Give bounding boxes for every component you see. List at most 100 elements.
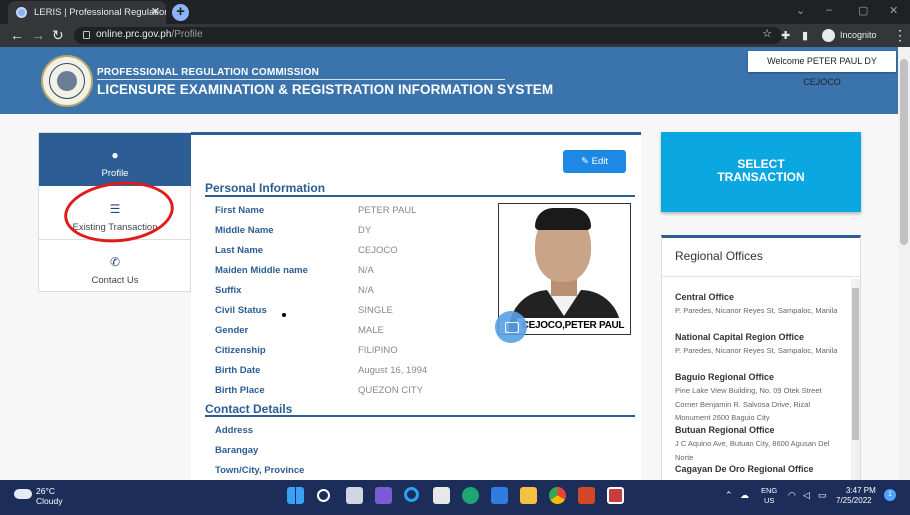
- cloud-icon[interactable]: [14, 489, 32, 499]
- field-value: DY: [358, 225, 372, 236]
- tab-search-icon[interactable]: ⌄: [796, 4, 805, 17]
- contact-details-title: Contact Details: [205, 402, 293, 416]
- search-icon[interactable]: [317, 489, 330, 502]
- personal-info-title: Personal Information: [205, 181, 326, 195]
- office-address: P. Paredes, Nicanor Reyes St, Sampaloc, …: [675, 346, 838, 355]
- extensions-icon[interactable]: ✚: [781, 28, 790, 44]
- browser-menu-icon[interactable]: ⋮: [893, 27, 907, 43]
- incognito-icon: [822, 29, 835, 42]
- browser-tab[interactable]: LERIS | Professional Regulation C ✕: [8, 1, 166, 24]
- prc-seal-logo: [41, 55, 93, 107]
- field-value: PETER PAUL: [358, 205, 417, 216]
- office-name: Butuan Regional Office: [675, 425, 775, 435]
- task-view-icon[interactable]: [346, 487, 363, 504]
- maximize-icon[interactable]: ▢: [858, 4, 868, 17]
- tray-chevron-icon[interactable]: ⌃: [725, 490, 733, 501]
- lock-icon[interactable]: [83, 31, 90, 39]
- field-label: Maiden Middle name: [215, 265, 308, 276]
- field-label: Birth Place: [215, 385, 265, 396]
- store-icon[interactable]: [433, 487, 450, 504]
- forward-icon[interactable]: →: [31, 27, 45, 43]
- office-name: Baguio Regional Office: [675, 372, 775, 382]
- edge-icon[interactable]: [462, 487, 479, 504]
- page-scrollbar[interactable]: [898, 47, 910, 480]
- browser-tab-strip: LERIS | Professional Regulation C ✕ + ⌄ …: [0, 0, 910, 24]
- side-panel-icon[interactable]: ▮: [802, 28, 808, 44]
- office-address: P. Paredes, Nicanor Reyes St, Sampaloc, …: [675, 306, 838, 315]
- regional-offices-scrollbar[interactable]: [851, 279, 860, 480]
- field-label: Suffix: [215, 285, 242, 296]
- snipping-tool-icon[interactable]: [607, 487, 624, 504]
- back-icon[interactable]: ←: [10, 27, 24, 43]
- camera-upload-icon[interactable]: [495, 311, 527, 343]
- personal-info-divider: [205, 195, 635, 197]
- incognito-indicator[interactable]: Incognito: [822, 27, 877, 44]
- field-value: MALE: [358, 325, 384, 336]
- tab-close-icon[interactable]: ✕: [151, 1, 160, 24]
- weather-desc[interactable]: Cloudy: [36, 496, 62, 506]
- field-label: Civil Status: [215, 305, 267, 316]
- minimize-icon[interactable]: –: [826, 4, 832, 16]
- field-value: FILIPINO: [358, 345, 398, 356]
- mouse-cursor-dot: [282, 313, 286, 317]
- bookmark-star-icon[interactable]: ☆: [762, 27, 772, 40]
- chat-icon[interactable]: [375, 487, 392, 504]
- url-text: online.prc.gov.ph/Profile: [96, 29, 203, 40]
- battery-icon[interactable]: ▭: [818, 490, 827, 501]
- edit-icon: ✎: [581, 156, 592, 167]
- office-address: Pine Lake View Building, No. 09 Otek Str…: [675, 386, 822, 422]
- clock-date[interactable]: 7/25/2022: [836, 496, 872, 505]
- contact-details-divider: [205, 415, 635, 417]
- field-label: Barangay: [215, 445, 259, 456]
- field-label: Address: [215, 425, 254, 436]
- weather-temp[interactable]: 26°C: [36, 486, 55, 496]
- photo-caption: CEJOCO,PETER PAUL DY: [517, 318, 629, 334]
- notification-badge[interactable]: 1: [884, 489, 896, 501]
- office-name: National Capital Region Office: [675, 332, 805, 342]
- site-favicon-icon: [16, 7, 27, 18]
- window-close-icon[interactable]: ✕: [889, 4, 898, 17]
- field-label: Last Name: [215, 245, 264, 256]
- field-label: Town/City, Province: [215, 465, 305, 476]
- field-label: Citizenship: [215, 345, 266, 356]
- nav-profile[interactable]: ● Profile: [39, 133, 191, 186]
- powerpoint-icon[interactable]: [578, 487, 595, 504]
- field-value: N/A: [358, 285, 374, 296]
- phone-icon: ✆: [109, 255, 121, 269]
- language-indicator[interactable]: ENG: [761, 486, 777, 495]
- address-bar[interactable]: online.prc.gov.ph/Profile ☆: [74, 27, 782, 44]
- windows-start-icon[interactable]: [287, 487, 304, 504]
- office-name: Central Office: [675, 292, 735, 302]
- keyboard-layout[interactable]: US: [764, 496, 774, 505]
- field-label: Middle Name: [215, 225, 274, 236]
- volume-icon[interactable]: ◁: [803, 490, 810, 501]
- field-label: Birth Date: [215, 365, 261, 376]
- regional-offices-divider: [662, 276, 861, 277]
- nav-contact-us[interactable]: ✆ Contact Us: [39, 241, 191, 294]
- mail-icon[interactable]: [491, 487, 508, 504]
- tab-title: LERIS | Professional Regulation C: [34, 7, 166, 18]
- welcome-badge[interactable]: Welcome PETER PAUL DY CEJOCO: [748, 51, 896, 87]
- regional-offices-title: Regional Offices: [675, 249, 763, 263]
- select-transaction-button[interactable]: SELECT TRANSACTION: [661, 132, 861, 212]
- wifi-icon[interactable]: ◠: [788, 490, 796, 501]
- cortana-icon[interactable]: [404, 487, 419, 502]
- field-label: Gender: [215, 325, 249, 336]
- user-icon: ●: [111, 148, 119, 162]
- system-name: LICENSURE EXAMINATION & REGISTRATION INF…: [97, 82, 554, 97]
- field-label: First Name: [215, 205, 265, 216]
- clock-time[interactable]: 3:47 PM: [846, 486, 876, 495]
- reload-icon[interactable]: ↻: [52, 27, 64, 43]
- new-tab-button[interactable]: +: [172, 4, 189, 21]
- chrome-icon[interactable]: [549, 487, 566, 504]
- select-transaction-line2: TRANSACTION: [717, 170, 805, 184]
- onedrive-icon[interactable]: ☁: [740, 490, 749, 501]
- field-value: CEJOCO: [358, 245, 398, 256]
- edit-button[interactable]: ✎ Edit: [563, 150, 626, 173]
- field-value: SINGLE: [358, 305, 393, 316]
- field-value: QUEZON CITY: [358, 385, 423, 396]
- org-name: PROFESSIONAL REGULATION COMMISSION: [97, 67, 319, 78]
- office-address: J C Aquino Ave, Butuan City, 8600 Agusan…: [675, 439, 830, 462]
- file-explorer-icon[interactable]: [520, 487, 537, 504]
- field-value: August 16, 1994: [358, 365, 428, 376]
